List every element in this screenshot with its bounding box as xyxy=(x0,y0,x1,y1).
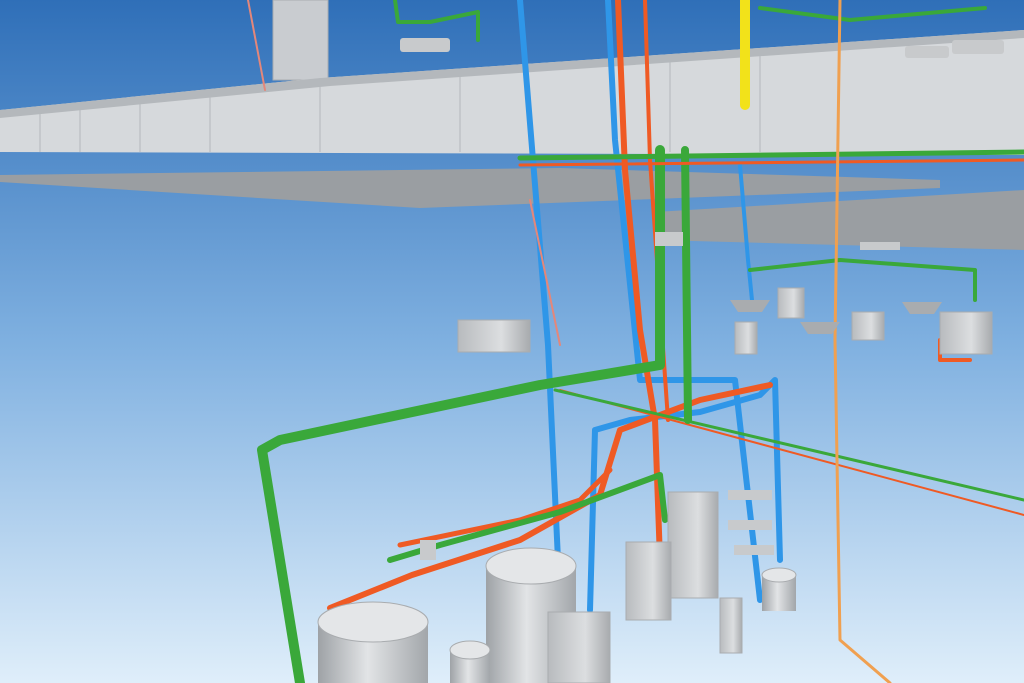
valve-icon xyxy=(728,490,772,500)
fixture-icon xyxy=(400,38,450,52)
mep-3d-scene[interactable] xyxy=(0,0,1024,683)
bim-viewport[interactable] xyxy=(0,0,1024,683)
tank-icon xyxy=(317,601,429,683)
cabinet-icon xyxy=(939,311,993,355)
valve-icon xyxy=(734,545,774,555)
cabinet-icon xyxy=(851,311,885,341)
cabinet-icon xyxy=(667,491,719,599)
duct-wall-left xyxy=(272,0,329,81)
cabinet-icon xyxy=(625,541,672,621)
cabinet-icon xyxy=(457,319,531,353)
valve-icon xyxy=(655,232,683,246)
tank-icon xyxy=(449,640,491,683)
valve-icon xyxy=(860,242,900,250)
valve-icon xyxy=(420,540,436,560)
valve-icon xyxy=(728,520,772,530)
fixture-icon xyxy=(905,46,949,58)
cabinet-icon xyxy=(547,611,611,683)
cabinet-icon xyxy=(719,597,743,654)
fixture-icon xyxy=(952,40,1004,54)
pipe-green-vertical xyxy=(681,146,692,424)
pump-icon xyxy=(761,567,797,611)
cabinet-icon xyxy=(777,287,805,319)
cabinet-icon xyxy=(734,321,758,355)
